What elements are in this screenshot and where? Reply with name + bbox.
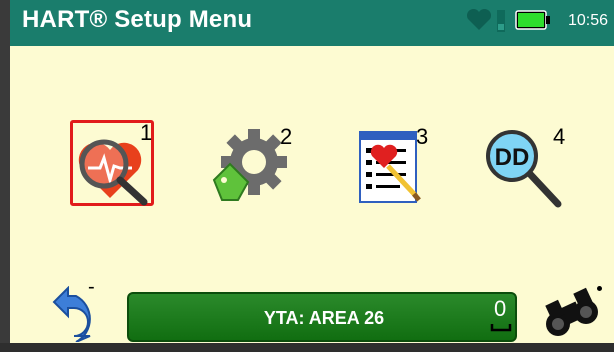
menu-item-number-2: 2 xyxy=(280,124,293,149)
heart-status-icon xyxy=(466,9,492,30)
clock: 10:56 xyxy=(568,12,609,29)
svg-text:DD: DD xyxy=(495,144,530,171)
back-shortcut-label: - xyxy=(88,276,95,298)
binoculars-icon[interactable] xyxy=(542,284,602,340)
device-bezel-left xyxy=(0,0,10,352)
checklist-heart-icon[interactable] xyxy=(358,130,422,204)
gear-tag-icon[interactable] xyxy=(210,128,288,206)
device-bezel-bottom xyxy=(0,343,614,352)
signal-icon xyxy=(497,10,505,32)
bracket-icon xyxy=(490,324,512,332)
dd-magnifier-icon[interactable]: DD xyxy=(484,128,564,208)
device-tag-text: YTA: AREA 26 xyxy=(263,308,385,328)
battery-icon xyxy=(515,10,550,30)
menu-item-number-3: 3 xyxy=(416,124,429,149)
menu-item-number-1: 1 xyxy=(140,120,153,145)
status-count: 0 xyxy=(494,296,507,321)
device-tag-bar[interactable]: YTA: AREA 26 xyxy=(127,292,517,342)
page-title: HART® Setup Menu xyxy=(22,6,253,33)
binoculars-shortcut-dot xyxy=(597,286,602,291)
menu-item-number-4: 4 xyxy=(553,124,566,149)
